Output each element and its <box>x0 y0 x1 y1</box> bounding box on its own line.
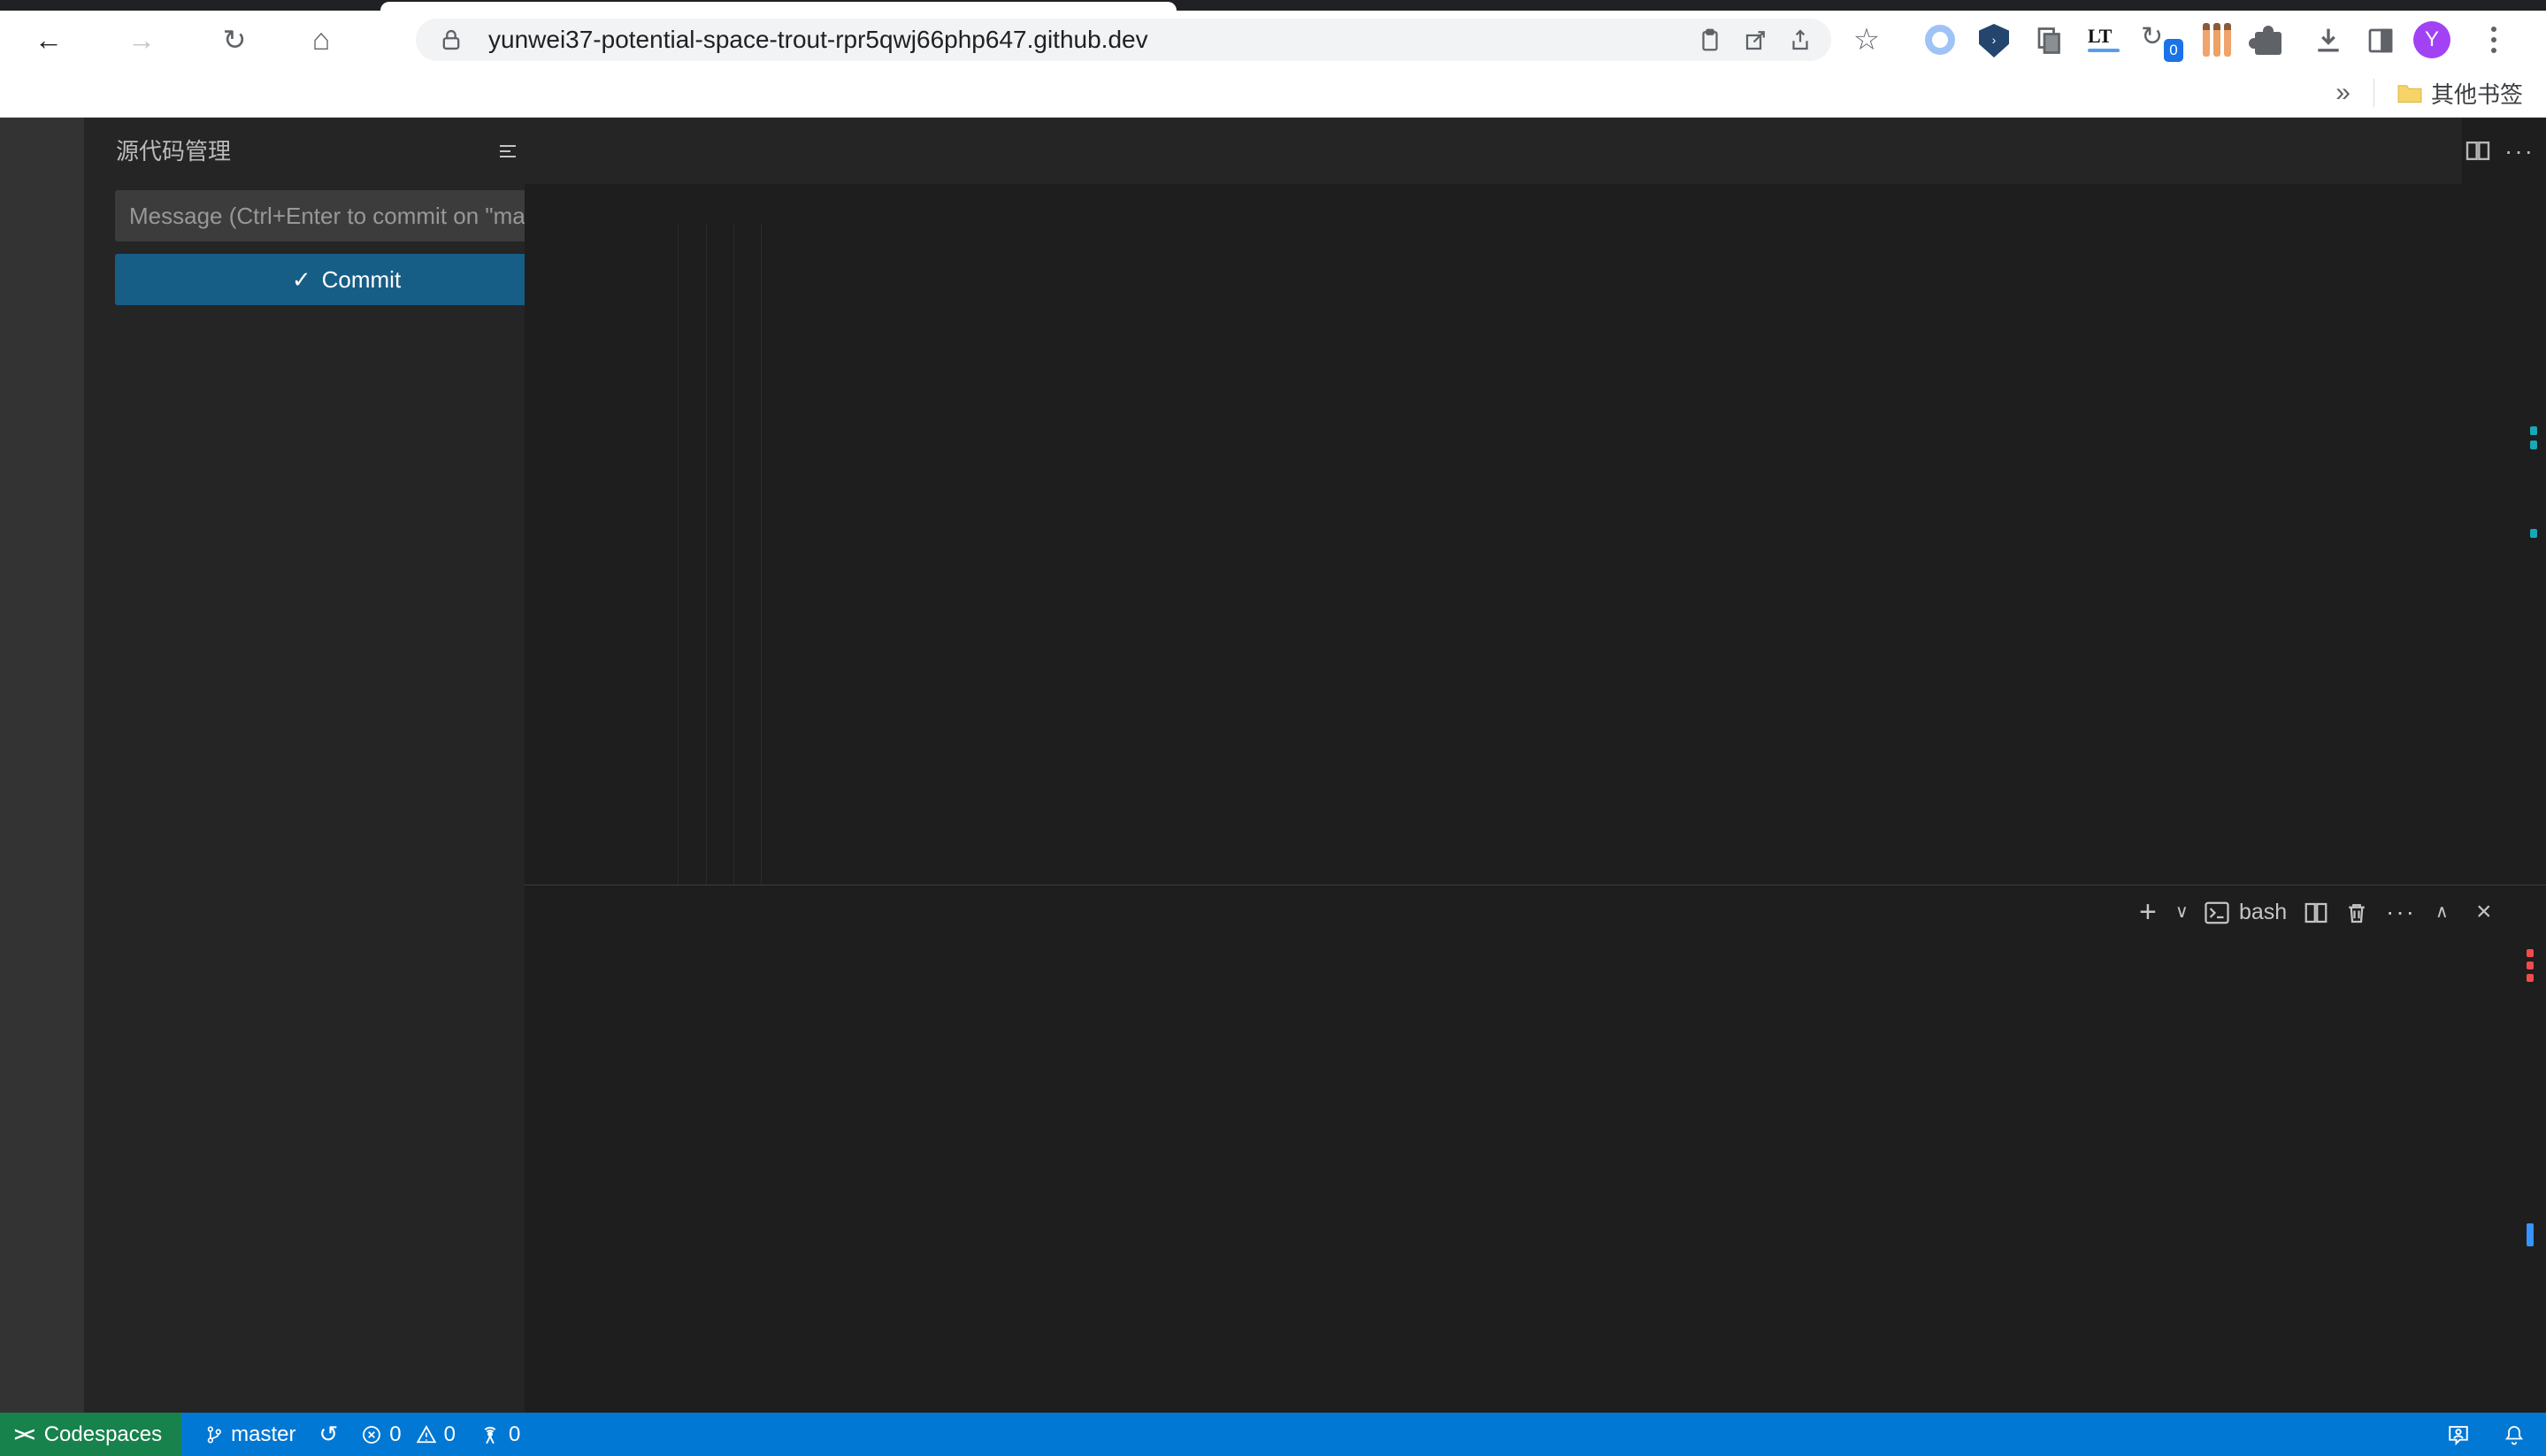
problems-indicator[interactable]: 0 0 <box>361 1422 456 1447</box>
breadcrumb <box>525 184 2462 223</box>
sync-changes-button[interactable]: ↺ <box>318 1421 338 1448</box>
open-in-window-icon[interactable] <box>1743 25 1773 55</box>
bookmark-star-icon[interactable]: ☆ <box>1844 11 1889 69</box>
terminal-overview-mark-command <box>2527 1223 2534 1246</box>
editor-overview-mark <box>2530 529 2537 538</box>
terminal-overview-mark-error <box>2527 949 2534 957</box>
sync-badge-count: 0 <box>2164 39 2183 62</box>
new-terminal-icon[interactable]: + <box>2139 894 2157 930</box>
warning-icon <box>416 1424 437 1445</box>
split-editor-icon[interactable] <box>2464 118 2492 184</box>
error-count: 0 <box>389 1422 401 1447</box>
code-editor[interactable] <box>525 223 2546 885</box>
forward-icon[interactable]: → <box>119 11 164 69</box>
extensions-puzzle-icon[interactable] <box>2255 25 2281 55</box>
ports-count: 0 <box>509 1422 520 1447</box>
kill-terminal-icon[interactable] <box>2343 900 2370 935</box>
codespaces-label: Codespaces <box>44 1422 162 1447</box>
view-as-list-icon[interactable] <box>491 135 525 169</box>
extension-languagetool-icon[interactable]: LT <box>2088 25 2123 52</box>
panel-more-actions-icon[interactable]: ··· <box>2386 894 2416 930</box>
other-bookmarks-label: 其他书签 <box>2431 77 2523 110</box>
commit-button[interactable]: ✓ Commit ∨ <box>115 254 578 305</box>
extension-crayons-icon[interactable] <box>2203 23 2231 57</box>
warning-count: 0 <box>444 1422 456 1447</box>
close-panel-icon[interactable]: × <box>2476 894 2492 930</box>
sidebar-title: 源代码管理 <box>116 118 231 185</box>
profile-avatar[interactable]: Y <box>2413 21 2450 58</box>
terminal-panel: + ∨ bash ··· ∧ × <box>525 885 2546 1413</box>
terminal-shell-label[interactable]: bash <box>2239 894 2287 930</box>
extension-sync-badge-icon[interactable]: ↻ 0 <box>2141 21 2180 60</box>
browser-menu-icon[interactable] <box>2484 19 2504 60</box>
bookmarks-overflow-chevron[interactable]: » <box>2335 78 2350 108</box>
vscode-workbench: 源代码管理 ✓ ↻ ··· ✓ Commit ∨ ··· <box>0 118 2546 1456</box>
reload-icon[interactable]: ↻ <box>212 11 257 69</box>
terminal-output[interactable] <box>525 940 2546 1409</box>
branch-icon <box>204 1422 224 1447</box>
home-icon[interactable]: ⌂ <box>299 11 343 69</box>
editor-tab-bar: ··· <box>525 118 2462 184</box>
error-icon <box>361 1424 382 1445</box>
branch-name: master <box>231 1422 295 1447</box>
notifications-bell-icon[interactable] <box>2504 1422 2525 1447</box>
other-bookmarks[interactable]: 其他书签 <box>2397 77 2523 110</box>
screen: ← → ↻ ⌂ yunwei37-potential-space-trout-r… <box>0 0 2546 1456</box>
extension-ring-icon[interactable] <box>1925 25 1955 55</box>
url-bar[interactable]: yunwei37-potential-space-trout-rpr5qwj66… <box>416 19 1831 61</box>
back-icon[interactable]: ← <box>27 11 71 69</box>
extension-pages-icon[interactable] <box>2034 24 2066 57</box>
extension-shield-icon[interactable]: › <box>1979 24 2009 57</box>
side-panel-icon[interactable] <box>2364 25 2397 57</box>
editor-overview-mark <box>2530 426 2537 435</box>
clipboard-icon[interactable] <box>1697 25 1727 55</box>
terminal-shell-icon <box>2204 900 2230 935</box>
editor-overview-mark <box>2530 441 2537 449</box>
maximize-panel-icon[interactable]: ∧ <box>2435 894 2449 930</box>
status-bar: >< Codespaces master ↺ 0 0 <box>0 1413 2546 1456</box>
feedback-icon[interactable] <box>2447 1423 2470 1446</box>
status-bar-right <box>2447 1422 2546 1447</box>
browser-toolbar: ← → ↻ ⌂ yunwei37-potential-space-trout-r… <box>0 11 2546 69</box>
downloads-icon[interactable] <box>2311 23 2346 58</box>
editor-more-actions-icon[interactable]: ··· <box>2504 118 2534 184</box>
radio-tower-icon <box>479 1423 502 1446</box>
terminal-dropdown-icon[interactable]: ∨ <box>2175 894 2189 930</box>
browser-active-tab[interactable] <box>380 2 1177 11</box>
activity-bar <box>0 118 84 1413</box>
bookmarks-divider <box>2373 79 2374 107</box>
bookmarks-bar: » 其他书签 <box>0 69 2546 118</box>
split-terminal-icon[interactable] <box>2303 900 2329 935</box>
folder-icon <box>2397 80 2422 105</box>
remote-icon: >< <box>14 1423 34 1446</box>
ports-indicator[interactable]: 0 <box>479 1422 520 1447</box>
lock-icon <box>439 27 469 57</box>
branch-indicator[interactable]: master <box>204 1422 295 1447</box>
check-icon: ✓ <box>292 266 311 294</box>
commit-button-label: Commit <box>322 266 402 294</box>
commit-message-input[interactable] <box>115 190 578 241</box>
terminal-overview-mark-error <box>2527 962 2534 969</box>
codespaces-remote-indicator[interactable]: >< Codespaces <box>0 1413 181 1456</box>
browser-tab-strip <box>0 0 2546 11</box>
sync-icon: ↺ <box>318 1421 338 1448</box>
terminal-overview-mark-error <box>2527 974 2534 982</box>
url-text[interactable]: yunwei37-potential-space-trout-rpr5qwj66… <box>488 19 1148 61</box>
share-icon[interactable] <box>1787 25 1817 55</box>
